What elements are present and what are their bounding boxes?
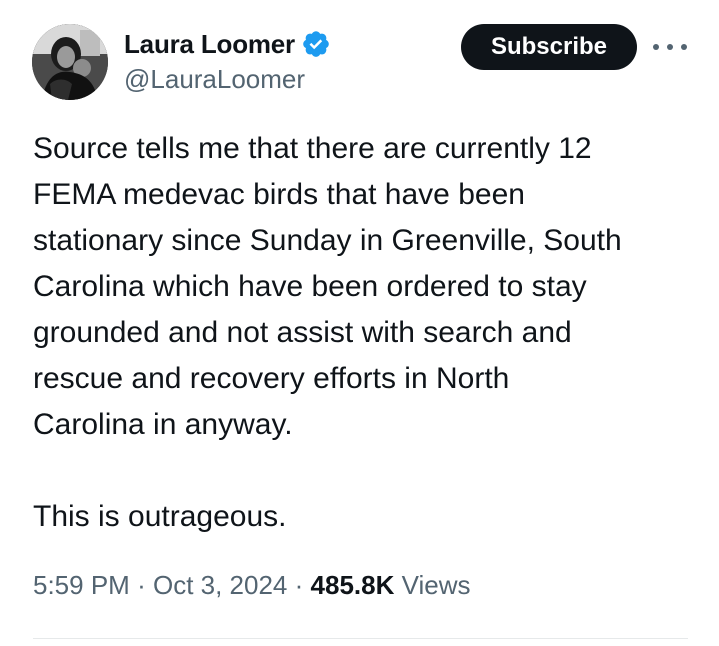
dot <box>653 44 659 50</box>
divider <box>33 638 688 639</box>
display-name[interactable]: Laura Loomer <box>124 29 295 60</box>
dot <box>667 44 673 50</box>
tweet-card: Laura Loomer @LauraLoomer Subscribe Sour… <box>0 0 719 646</box>
dot <box>681 44 687 50</box>
name-row: Laura Loomer <box>124 28 331 60</box>
verified-badge-icon[interactable] <box>301 29 331 59</box>
more-options-icon[interactable] <box>653 36 687 58</box>
meta-separator: · <box>137 570 146 600</box>
views-label: Views <box>401 570 471 600</box>
tweet-date[interactable]: Oct 3, 2024 <box>153 570 287 600</box>
subscribe-button[interactable]: Subscribe <box>461 24 637 70</box>
avatar-photo <box>32 24 108 100</box>
tweet-time[interactable]: 5:59 PM <box>33 570 130 600</box>
tweet-metadata: 5:59 PM · Oct 3, 2024 · 485.8K Views <box>33 570 471 601</box>
avatar[interactable] <box>32 24 108 100</box>
author-info: Laura Loomer @LauraLoomer <box>124 28 331 95</box>
tweet-text: Source tells me that there are currently… <box>33 132 622 533</box>
user-handle[interactable]: @LauraLoomer <box>124 64 331 95</box>
meta-separator: · <box>294 570 304 600</box>
views-count[interactable]: 485.8K <box>311 570 395 600</box>
